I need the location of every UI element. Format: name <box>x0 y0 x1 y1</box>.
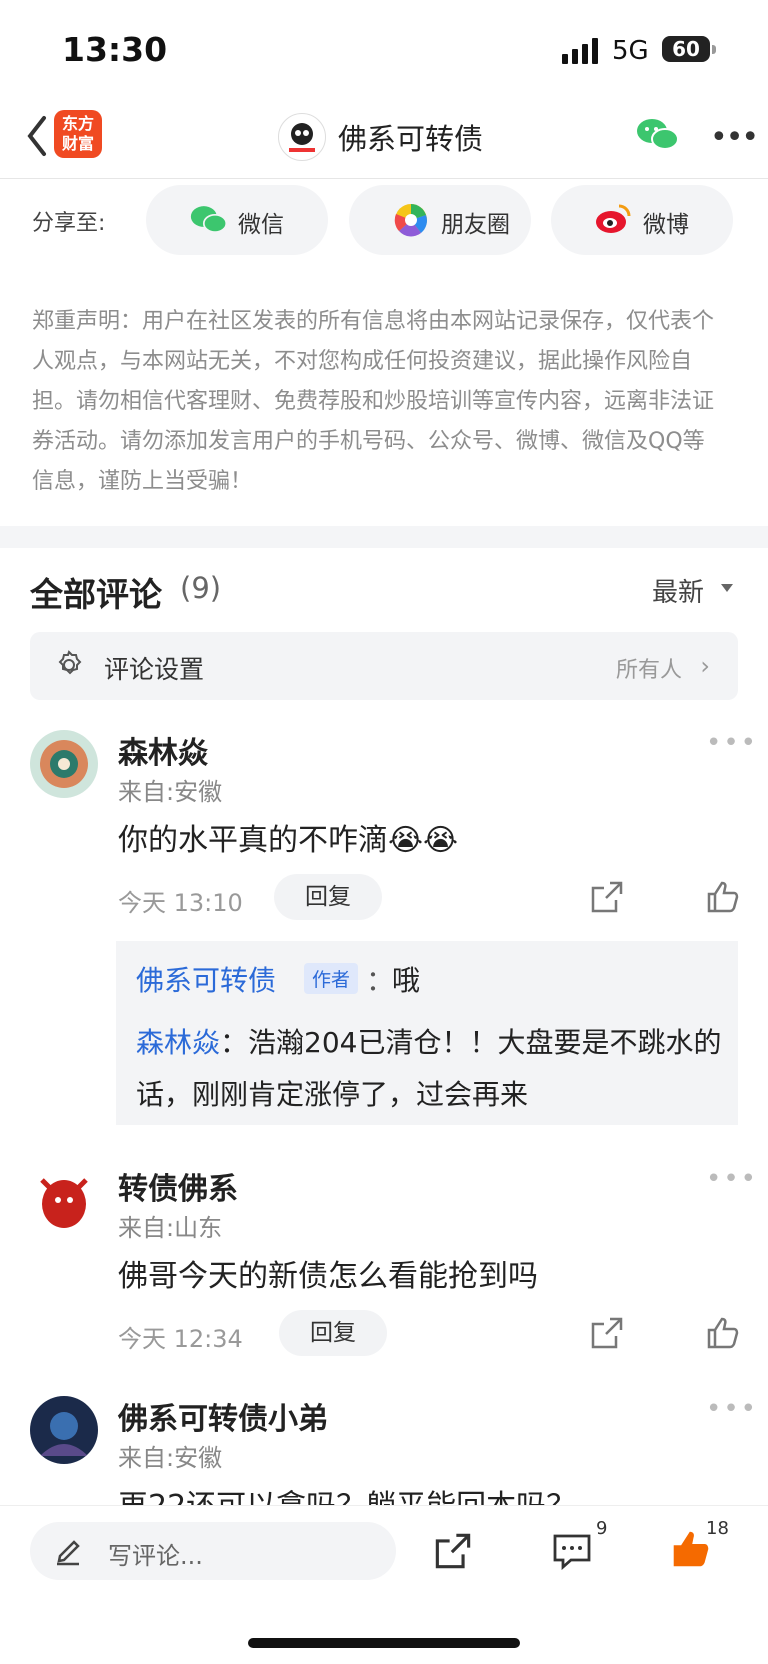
comment-text: 你的水平真的不咋滴😭😭 <box>118 823 459 858</box>
page-title[interactable]: 佛系可转债 <box>338 116 483 158</box>
battery-tip <box>712 45 716 54</box>
comments-count: (9) <box>180 571 222 605</box>
comment-text: 佛哥今天的新债怎么看能抢到吗 <box>118 1259 538 1294</box>
settings-value: 所有人 <box>615 658 682 683</box>
reply-button[interactable]: 回复 <box>279 1310 387 1356</box>
signal-icon <box>562 38 600 64</box>
moments-icon <box>393 202 431 238</box>
network-label: 5G <box>612 36 649 66</box>
comment-settings-row[interactable]: 评论设置 所有人 › <box>30 632 738 700</box>
back-icon[interactable] <box>18 110 58 162</box>
pencil-icon <box>54 1536 82 1566</box>
caret-down-icon[interactable] <box>721 584 733 592</box>
comment-input[interactable]: 写评论... <box>30 1522 396 1580</box>
section-divider <box>0 526 768 548</box>
wechat-icon <box>190 202 228 238</box>
home-indicator <box>248 1638 520 1648</box>
comment-author[interactable]: 佛系可转债小弟 <box>118 1394 328 1438</box>
quoted-author[interactable]: 森林焱 <box>136 1026 220 1059</box>
like-icon[interactable] <box>706 880 740 914</box>
avatar[interactable] <box>30 730 98 798</box>
gear-icon <box>52 649 86 683</box>
comment-placeholder: 写评论... <box>108 1542 203 1570</box>
reply-author[interactable]: 佛系可转债 <box>136 959 276 999</box>
share-moments-button[interactable]: 朋友圈 <box>349 185 531 255</box>
nav-divider <box>0 178 768 179</box>
comment-location: 来自:安徽 <box>118 778 223 806</box>
more-icon[interactable]: ••• <box>706 728 758 758</box>
comment-time: 今天 12:34 <box>118 1325 243 1353</box>
weibo-icon <box>595 202 633 238</box>
comment-author[interactable]: 森林焱 <box>118 728 208 772</box>
more-icon[interactable]: ••• <box>710 120 759 155</box>
reply-thread: 佛系可转债 作者 ： 哦 森林焱：浩瀚204已清仓！！大盘要是不跳水的话，刚刚肯… <box>116 941 738 1125</box>
disclaimer-text: 郑重声明：用户在社区发表的所有信息将由本网站记录保存，仅代表个人观点，与本网站无… <box>32 309 715 494</box>
more-icon[interactable]: ••• <box>706 1394 758 1424</box>
share-icon[interactable] <box>590 880 624 914</box>
reply-colon: ： <box>366 964 395 997</box>
avatar[interactable] <box>30 1396 98 1464</box>
like-icon[interactable] <box>706 1316 740 1350</box>
reply-text: 哦 <box>392 964 421 997</box>
share-label: 分享至: <box>32 211 106 236</box>
reply-button[interactable]: 回复 <box>274 874 382 920</box>
author-avatar[interactable] <box>278 113 326 161</box>
comments-title: 全部评论 <box>30 575 162 614</box>
like-count-badge: 18 <box>706 1518 729 1539</box>
comment-time: 今天 13:10 <box>118 889 243 917</box>
status-time: 13:30 <box>62 30 168 69</box>
wechat-icon[interactable] <box>636 117 680 153</box>
battery-icon: 60 <box>662 36 710 62</box>
share-icon[interactable] <box>590 1316 624 1350</box>
share-icon[interactable] <box>434 1532 472 1570</box>
quoted-colon: ： <box>220 1026 249 1059</box>
quoted-reply: 森林焱：浩瀚204已清仓！！大盘要是不跳水的话，刚刚肯定涨停了，过会再来 <box>136 1017 726 1121</box>
comment-location: 来自:安徽 <box>118 1444 223 1472</box>
comments-count-badge: 9 <box>596 1518 608 1539</box>
avatar[interactable] <box>30 1166 98 1234</box>
more-icon[interactable]: ••• <box>706 1164 758 1194</box>
chevron-right-icon: › <box>700 652 710 680</box>
app-logo[interactable]: 东方 财富 <box>54 110 102 158</box>
comment-author[interactable]: 转债佛系 <box>118 1164 238 1208</box>
comments-icon[interactable] <box>552 1532 592 1571</box>
author-badge: 作者 <box>304 963 359 994</box>
settings-label: 评论设置 <box>104 655 205 684</box>
sort-dropdown[interactable]: 最新 <box>652 572 704 609</box>
share-wechat-button[interactable]: 微信 <box>146 185 328 255</box>
comment-location: 来自:山东 <box>118 1214 223 1242</box>
share-weibo-button[interactable]: 微博 <box>551 185 733 255</box>
